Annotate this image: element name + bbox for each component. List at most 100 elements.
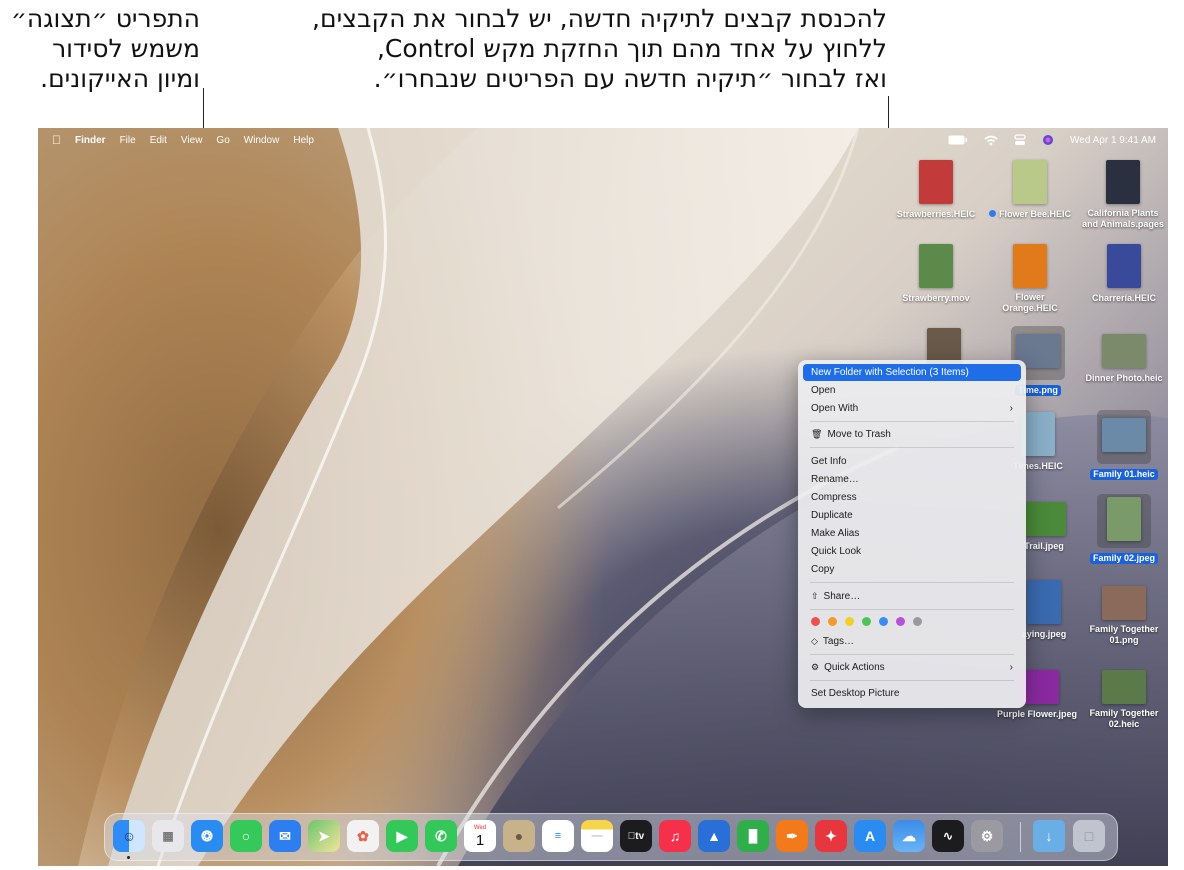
file-thumbnail — [1013, 160, 1047, 204]
dock-downloads-folder-icon[interactable]: ↓ — [1033, 820, 1065, 852]
menu-edit[interactable]: Edit — [150, 135, 167, 146]
dock-pages-icon[interactable]: ✒ — [776, 820, 808, 852]
file-name-text: Flower Bee.HEIC — [998, 209, 1072, 219]
callout-line: ללחוץ על אחד מהם תוך החזקת מקש Control, — [376, 34, 887, 63]
menu-go[interactable]: Go — [216, 135, 229, 146]
dock-music-icon[interactable]: ♫ — [659, 820, 691, 852]
dock-messages-icon[interactable]: ○ — [230, 820, 262, 852]
tag-gray[interactable] — [913, 617, 922, 626]
dock-calendar-icon[interactable]: Wed 1 — [464, 820, 496, 852]
apple-icon:  — [628, 831, 636, 842]
siri-icon[interactable] — [1042, 134, 1054, 146]
tag-blue[interactable] — [879, 617, 888, 626]
dock-phone-icon[interactable]: ✆ — [425, 820, 457, 852]
desktop-icon[interactable]: California Plants and Animals.pages — [1076, 160, 1168, 232]
dock-finder-icon[interactable]: ☺ — [113, 820, 145, 852]
desktop-icon[interactable]: Strawberry.mov — [890, 244, 982, 306]
desktop-icon[interactable]: Family Together 01.png — [1078, 580, 1168, 648]
menu-item-open-with[interactable]: Open With › — [803, 400, 1021, 417]
desktop-icon-selected[interactable]: Family 01.heic — [1078, 410, 1168, 482]
dock-weather-icon[interactable]: ☁ — [893, 820, 925, 852]
dock-maps-icon[interactable]: ➤ — [308, 820, 340, 852]
dock-system-settings-icon[interactable]: ⚙ — [971, 820, 1003, 852]
menu-file[interactable]: File — [120, 135, 136, 146]
dock-launchpad-icon[interactable]: ▦ — [152, 820, 184, 852]
file-name: Family Together 01.png — [1089, 624, 1159, 645]
dock-tv-icon[interactable]: tv — [620, 820, 652, 852]
menu-item-label: Get Info — [811, 456, 847, 467]
dock-reminders-icon[interactable]: ≡ — [542, 820, 574, 852]
dock-mail-icon[interactable]: ✉ — [269, 820, 301, 852]
menu-item-move-to-trash[interactable]: 🗑 Move to Trash — [803, 426, 1021, 443]
menu-item-make-alias[interactable]: Make Alias — [803, 525, 1021, 542]
dock-notes-icon[interactable]: — — [581, 820, 613, 852]
dock-numbers-icon[interactable]: ▐▌ — [737, 820, 769, 852]
desktop-icon[interactable]: Family Together 02.heic — [1078, 664, 1168, 732]
tv-label: tv — [631, 830, 644, 842]
menu-window[interactable]: Window — [244, 135, 280, 146]
file-thumbnail — [1021, 412, 1055, 456]
tag-red[interactable] — [811, 617, 820, 626]
menu-item-open[interactable]: Open — [803, 382, 1021, 399]
menu-separator — [810, 654, 1014, 655]
chevron-right-icon: › — [1009, 403, 1013, 414]
selection-highlight — [1097, 494, 1151, 548]
menu-item-tags[interactable]: ◇ Tags… — [803, 633, 1021, 650]
callout-new-folder: להכנסת קבצים לתיקיה חדשה, יש לבחור את הק… — [312, 4, 887, 94]
menu-item-compress[interactable]: Compress — [803, 489, 1021, 506]
menu-item-duplicate[interactable]: Duplicate — [803, 507, 1021, 524]
tag-orange[interactable] — [828, 617, 837, 626]
desktop-icon[interactable]: Flower Orange.HEIC — [984, 244, 1076, 316]
menu-item-new-folder-with-selection[interactable]: New Folder with Selection (3 Items) — [803, 364, 1021, 381]
menu-item-share[interactable]: ⇧ Share… — [803, 588, 1021, 605]
share-icon: ⇧ — [811, 591, 819, 601]
tag-purple[interactable] — [896, 617, 905, 626]
menu-item-quick-actions[interactable]: ⚙ Quick Actions › — [803, 659, 1021, 676]
blue-tag-dot — [988, 210, 996, 217]
file-thumbnail — [1022, 502, 1066, 536]
callout-line: ואז לבחור ״תיקיה חדשה עם הפריטים שנבחרו״… — [373, 64, 887, 93]
desktop-icon[interactable]: Flower Bee.HEIC — [984, 160, 1076, 222]
dock-stocks-icon[interactable]: ∿ — [932, 820, 964, 852]
trash-icon: 🗑 — [811, 429, 823, 439]
menu-help[interactable]: Help — [293, 135, 314, 146]
file-name: aying.jpeg — [1021, 629, 1067, 639]
desktop-icon[interactable]: Strawberries.HEIC — [890, 160, 982, 222]
battery-icon[interactable] — [948, 135, 968, 145]
file-thumbnail — [1102, 334, 1146, 368]
dock-keynote-icon[interactable]: ▲ — [698, 820, 730, 852]
dock-trash-icon[interactable]: □ — [1073, 820, 1105, 852]
apple-icon[interactable]:  — [52, 133, 61, 147]
menu-item-get-info[interactable]: Get Info — [803, 453, 1021, 470]
desktop-icon-selected[interactable]: Family 02.jpeg — [1078, 494, 1168, 566]
file-thumbnail — [1027, 580, 1061, 624]
desktop-icon[interactable]: Charrería.HEIC — [1078, 244, 1168, 306]
file-name: Family 02.jpeg — [1089, 553, 1159, 564]
dock-facetime-icon[interactable]: ▶ — [386, 820, 418, 852]
tag-yellow[interactable] — [845, 617, 854, 626]
gear-icon: ⚙ — [811, 662, 820, 672]
desktop-icon[interactable]: Dinner Photo.heic — [1078, 328, 1168, 386]
menu-app-name[interactable]: Finder — [75, 135, 106, 146]
tag-icon: ◇ — [811, 636, 818, 646]
menu-item-copy[interactable]: Copy — [803, 561, 1021, 578]
file-thumbnail — [919, 160, 953, 204]
dock-games-icon[interactable]: ✦ — [815, 820, 847, 852]
dock-contacts-icon[interactable]: ● — [503, 820, 535, 852]
callout-line: להכנסת קבצים לתיקיה חדשה, יש לבחור את הק… — [312, 4, 887, 33]
menu-view[interactable]: View — [181, 135, 203, 146]
menu-item-label: Copy — [811, 564, 835, 575]
dock-app-store-icon[interactable]: A — [854, 820, 886, 852]
menu-datetime[interactable]: Wed Apr 1 9:41 AM — [1070, 135, 1156, 146]
wifi-icon[interactable] — [984, 135, 998, 146]
menu-separator — [810, 680, 1014, 681]
menu-item-rename[interactable]: Rename… — [803, 471, 1021, 488]
menu-item-label: New Folder with Selection (3 Items) — [811, 367, 969, 378]
dock-photos-icon[interactable]: ✿ — [347, 820, 379, 852]
menu-item-quick-look[interactable]: Quick Look — [803, 543, 1021, 560]
dock-safari-icon[interactable]: ❂ — [191, 820, 223, 852]
control-center-icon[interactable] — [1014, 134, 1026, 146]
tag-green[interactable] — [862, 617, 871, 626]
menu-item-label: Quick Actions — [824, 662, 885, 673]
menu-item-set-desktop-picture[interactable]: Set Desktop Picture — [803, 685, 1021, 702]
